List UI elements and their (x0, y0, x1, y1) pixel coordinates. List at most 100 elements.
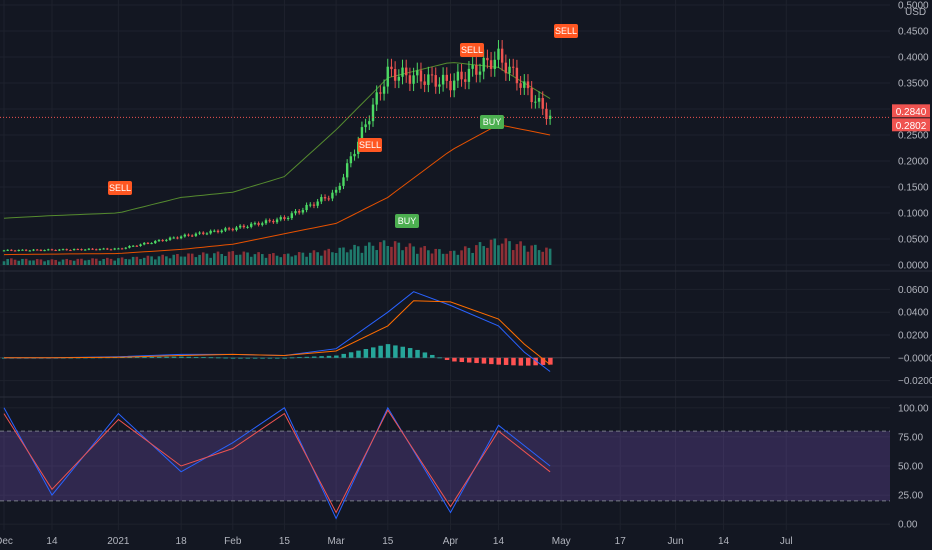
candle-body (283, 217, 286, 219)
volume-bar (379, 242, 382, 265)
volume-bar (198, 254, 201, 265)
macd-histogram-bar (201, 357, 206, 358)
volume-bar (113, 260, 116, 265)
macd-histogram-bar (297, 357, 302, 358)
volume-bar (460, 250, 463, 265)
macd-histogram-bar (452, 357, 457, 362)
candle-body (368, 121, 371, 125)
volume-bar (323, 250, 327, 265)
candle-body (6, 249, 9, 251)
volume-bar (320, 255, 323, 265)
volume-bar (213, 253, 216, 265)
candle-body (405, 67, 408, 76)
volume-bar (511, 250, 515, 265)
volume-bar (519, 241, 522, 265)
candle-body (331, 192, 334, 199)
volume-bar (50, 259, 54, 265)
candle-body (61, 249, 65, 251)
candle-body (231, 229, 234, 231)
candle-body (17, 249, 20, 251)
candle-body (364, 124, 367, 128)
macd-histogram-bar (311, 356, 317, 358)
candle-body (113, 248, 116, 250)
volume-bar (541, 251, 545, 265)
macd-histogram-bar (275, 357, 280, 359)
volume-bar (297, 252, 301, 265)
y-tick-label: 50.00 (898, 462, 923, 473)
candle-body (423, 81, 426, 85)
macd-histogram-bar (171, 356, 177, 358)
candle-body (202, 232, 205, 234)
macd-histogram-bar (430, 354, 435, 358)
volume-bar (393, 241, 397, 265)
x-tick-label: 15 (279, 536, 291, 547)
volume-bar (301, 252, 305, 265)
volume-bar (124, 258, 128, 265)
candle-body (489, 60, 493, 69)
candle-body (250, 223, 253, 227)
candle-body (408, 75, 412, 84)
candle-body (187, 234, 190, 236)
macd-histogram-bar (223, 357, 228, 359)
macd-histogram-bar (334, 355, 339, 358)
volume-bar (54, 259, 57, 265)
candle-body (235, 227, 238, 231)
signal-line (4, 300, 551, 365)
candle-body (157, 240, 161, 242)
volume-bar (253, 254, 257, 265)
macd-histogram-bar (363, 349, 369, 358)
candle-body (460, 71, 463, 80)
price-tag-label: 0.2802 (896, 121, 927, 132)
trading-chart[interactable]: SELL SELL SELL SELL BUY BUY 0.0000 0.0500 0.100… (0, 0, 932, 550)
volume-bar (489, 239, 493, 265)
volume-bar (235, 254, 238, 265)
volume-bar (290, 256, 294, 265)
volume-bar (508, 241, 511, 265)
volume-bar (32, 260, 35, 265)
x-tick-label: Apr (443, 536, 459, 547)
candle-body (128, 245, 131, 248)
volume-bar (261, 254, 264, 265)
candle-body (478, 71, 482, 75)
candle-body (238, 225, 242, 228)
candle-body (198, 232, 201, 234)
candle-body (43, 250, 46, 252)
macd-histogram-bar (378, 345, 383, 358)
volume-bar (146, 255, 150, 265)
candle-body (58, 249, 61, 251)
volume-bar (360, 252, 364, 265)
volume-bar (408, 243, 412, 265)
volume-bar (257, 252, 260, 265)
volume-bar (28, 260, 32, 265)
candle-body (430, 74, 434, 76)
volume-bar (35, 259, 39, 265)
volume-bar (545, 247, 548, 265)
volume-bar (449, 250, 452, 265)
y-tick-label: 0.00 (898, 520, 918, 531)
volume-bar (246, 252, 249, 265)
candle-body (471, 65, 474, 69)
macd-histogram-bar (393, 345, 398, 358)
volume-bar (142, 257, 146, 265)
volume-bar (286, 253, 290, 265)
candle-body (353, 153, 356, 157)
candle-body (286, 218, 290, 220)
candle-body (47, 249, 50, 251)
x-tick-label: 18 (176, 536, 188, 547)
y-tick-label: 75.00 (898, 432, 923, 443)
candle-body (320, 197, 323, 202)
volume-bar (150, 256, 153, 265)
macd-histogram-bar (156, 356, 162, 358)
macd-histogram-bar (164, 356, 169, 358)
volume-bar (356, 246, 360, 265)
candle-body (28, 250, 32, 252)
candle-body (530, 88, 533, 103)
candle-body (172, 237, 175, 239)
candle-body (508, 66, 511, 74)
macd-histogram-bar (407, 348, 413, 358)
volume-bar (475, 245, 478, 265)
band-line (3, 124, 551, 256)
volume-bar (249, 256, 253, 265)
candle-body (534, 101, 537, 103)
volume-bar (176, 254, 179, 265)
